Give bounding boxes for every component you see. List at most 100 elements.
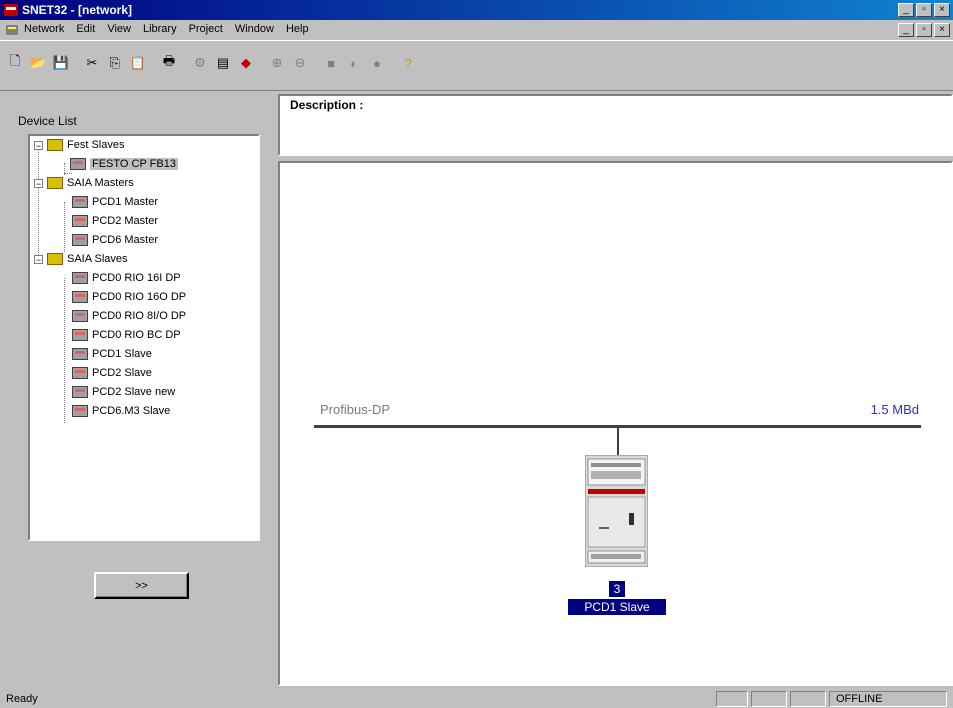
menu-library[interactable]: Library [143, 23, 177, 35]
tree-item-pcd2-slave-new[interactable]: PCD2 Slave new [72, 383, 175, 401]
tree-item-pcd0-rio-16o-dp[interactable]: PCD0 RIO 16O DP [72, 288, 186, 306]
status-panel-2 [751, 691, 787, 707]
tree-item-label: PCD6.M3 Slave [92, 405, 171, 417]
collapse-icon[interactable]: − [34, 140, 43, 150]
tree-item-pcd0-rio-bc-dp[interactable]: PCD0 RIO BC DP [72, 326, 181, 344]
tree-folder-saia-slaves[interactable]: − SAIA Slaves [34, 250, 128, 268]
tree-folder-label: Fest Slaves [67, 139, 125, 151]
device-icon [70, 158, 86, 170]
tree-item-pcd2-master[interactable]: PCD2 Master [72, 212, 158, 230]
device-icon [72, 234, 88, 246]
folder-icon [47, 139, 63, 151]
tree-item-label: PCD6 Master [92, 234, 159, 246]
tree-item-pcd0-rio-8io-dp[interactable]: PCD0 RIO 8I/O DP [72, 307, 186, 325]
doc-restore-button[interactable]: ▫ [916, 23, 932, 37]
folder-icon [47, 177, 63, 189]
tree-item-festo-cp-fb13[interactable]: FESTO CP FB13 [62, 155, 178, 174]
tree-folder-label: SAIA Masters [67, 177, 134, 189]
device-icon [72, 348, 88, 360]
device-icon [72, 367, 88, 379]
tree-item-label: PCD0 RIO 16O DP [92, 291, 187, 303]
zoom-out-icon[interactable]: ⊖ [289, 52, 311, 74]
device-address[interactable]: 3 [609, 581, 625, 597]
status-panel-3 [790, 691, 826, 707]
doc-close-button[interactable]: × [934, 23, 950, 37]
copy-icon[interactable]: ⎘ [104, 52, 126, 74]
network-canvas[interactable]: Profibus-DP 1.5 MBd 3 PCD1 Slave [278, 161, 953, 686]
menu-project[interactable]: Project [189, 23, 223, 35]
properties-icon[interactable]: ⚙ [189, 52, 211, 74]
tree-item-label: PCD1 Slave [92, 348, 152, 360]
print-icon[interactable]: 🖶 [158, 52, 180, 74]
device-icon [72, 196, 88, 208]
device-tree[interactable]: − Fest Slaves FESTO CP FB13 − SAIA Maste… [28, 134, 260, 541]
tree-item-pcd6-master[interactable]: PCD6 Master [72, 231, 158, 249]
tree-item-pcd1-master[interactable]: PCD1 Master [72, 193, 158, 211]
menu-network[interactable]: Network [24, 23, 64, 35]
tree-item-label: PCD2 Slave new [92, 386, 176, 398]
device-list-panel: Device List − Fest Slaves FESTO CP FB13 … [8, 94, 271, 686]
maximize-button[interactable]: ▫ [916, 3, 932, 17]
status-panel-1 [716, 691, 748, 707]
help-icon[interactable]: ? [397, 52, 419, 74]
menu-edit[interactable]: Edit [76, 23, 95, 35]
status-bar: Ready OFFLINE [0, 688, 953, 708]
device-image[interactable] [585, 455, 648, 567]
tree-folder-label: SAIA Slaves [67, 253, 128, 265]
device-icon [72, 329, 88, 341]
status-message: Ready [6, 693, 38, 705]
device-list-label: Device List [18, 114, 77, 128]
tree-item-pcd1-slave[interactable]: PCD1 Slave [72, 345, 152, 363]
save-icon[interactable]: 💾 [50, 52, 72, 74]
tree-item-label: PCD2 Master [92, 215, 159, 227]
cut-icon[interactable]: ✂ [81, 52, 103, 74]
device-icon [72, 310, 88, 322]
device-icon [72, 215, 88, 227]
color-icon[interactable]: ◆ [235, 52, 257, 74]
stop-icon[interactable]: ■ [320, 52, 342, 74]
menu-view[interactable]: View [107, 23, 131, 35]
document-icon[interactable] [4, 22, 20, 38]
app-icon[interactable] [3, 2, 19, 18]
description-label: Description : [290, 98, 364, 112]
tree-item-label: PCD0 RIO 16I DP [92, 272, 181, 284]
tree-item-pcd0-rio-16i-dp[interactable]: PCD0 RIO 16I DP [72, 269, 181, 287]
open-icon[interactable]: 📂 [27, 52, 49, 74]
doc-minimize-button[interactable]: _ [898, 23, 914, 37]
description-panel: Description : [278, 94, 953, 156]
tree-item-label: PCD0 RIO 8I/O DP [92, 310, 187, 322]
collapse-icon[interactable]: − [34, 178, 43, 188]
tree-item-label: FESTO CP FB13 [90, 158, 178, 170]
device-icon [72, 405, 88, 417]
device-icon [72, 272, 88, 284]
run-icon[interactable]: ◐ [343, 52, 365, 74]
new-icon[interactable]: 🗋 [4, 52, 26, 74]
status-mode: OFFLINE [829, 691, 947, 707]
paste-icon[interactable]: 📋 [127, 52, 149, 74]
device-name[interactable]: PCD1 Slave [568, 599, 666, 615]
menu-bar: Network Edit View Library Project Window… [0, 20, 953, 40]
tree-item-pcd6-m3-slave[interactable]: PCD6.M3 Slave [72, 402, 170, 420]
title-bar: SNET32 - [network] _ ▫ × [0, 0, 953, 20]
tree-item-pcd2-slave[interactable]: PCD2 Slave [72, 364, 152, 382]
bus-drop-line [617, 428, 619, 455]
tree-item-label: PCD2 Slave [92, 367, 152, 379]
menu-help[interactable]: Help [286, 23, 309, 35]
bus-name: Profibus-DP [320, 402, 391, 417]
device-icon [72, 291, 88, 303]
close-button[interactable]: × [934, 3, 950, 17]
zoom-in-icon[interactable]: ⊕ [266, 52, 288, 74]
tree-item-label: PCD0 RIO BC DP [92, 329, 181, 341]
more-button[interactable]: >> [94, 572, 189, 599]
bus-icon[interactable]: ▤ [212, 52, 234, 74]
bus-rate: 1.5 MBd [870, 402, 919, 417]
device-icon [72, 386, 88, 398]
tree-folder-fest-slaves[interactable]: − Fest Slaves [34, 136, 124, 154]
window-title: SNET32 - [network] [22, 3, 133, 17]
collapse-icon[interactable]: − [34, 254, 43, 264]
tree-folder-saia-masters[interactable]: − SAIA Masters [34, 174, 134, 192]
record-icon[interactable]: ● [366, 52, 388, 74]
minimize-button[interactable]: _ [898, 3, 914, 17]
menu-window[interactable]: Window [235, 23, 274, 35]
tree-item-label: PCD1 Master [92, 196, 159, 208]
